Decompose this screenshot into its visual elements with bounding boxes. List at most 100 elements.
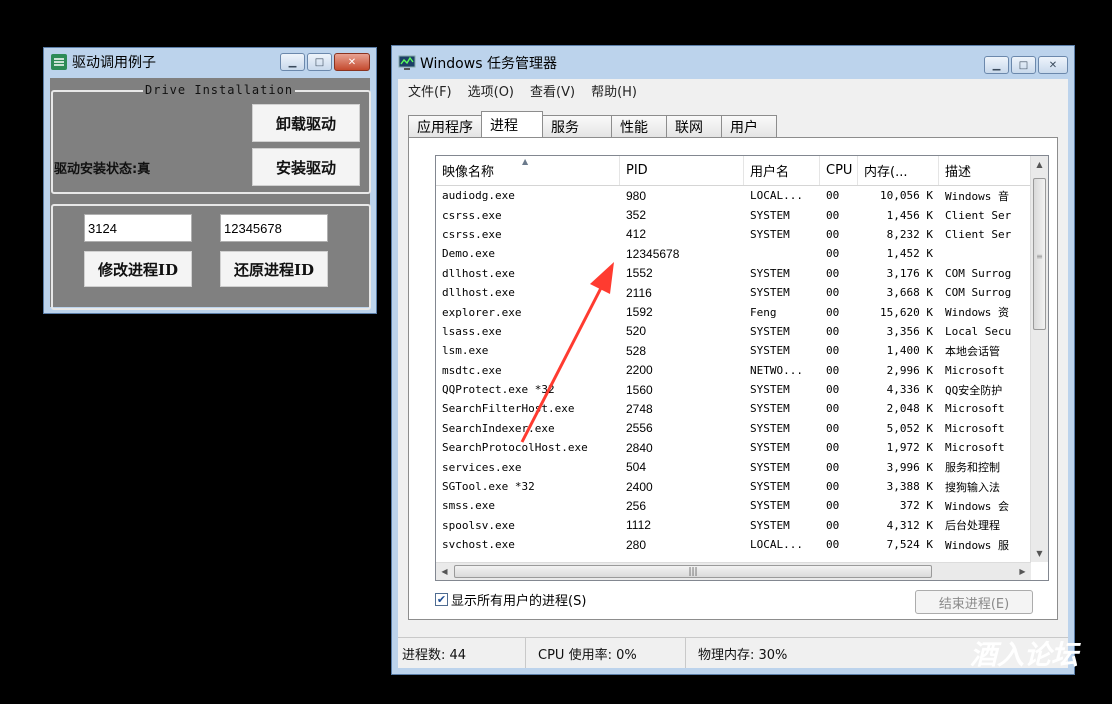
cell-memory: 2,048 K <box>886 402 933 416</box>
install-driver-button[interactable]: 安装驱动 <box>252 148 360 186</box>
cell-image-name: smss.exe <box>442 499 495 513</box>
scroll-down-icon[interactable]: ▼ <box>1031 545 1048 562</box>
cell-image-name: spoolsv.exe <box>442 518 515 532</box>
driver-status-label: 驱动安装状态:真 <box>54 162 151 177</box>
new-pid-input[interactable] <box>220 214 328 242</box>
cell-image-name: dllhost.exe <box>442 286 515 300</box>
horizontal-scrollbar[interactable]: ◀ ||| ▶ <box>436 562 1031 580</box>
tm-maximize-button[interactable]: □ <box>1011 56 1036 74</box>
modify-pid-button[interactable]: 修改进程ID <box>84 251 192 287</box>
tab-performance[interactable]: 性能 <box>611 115 667 137</box>
cell-description: 后台处理程 <box>945 519 1000 533</box>
cell-cpu: 00 <box>826 480 840 494</box>
cell-memory: 5,052 K <box>886 421 933 435</box>
vertical-scrollbar[interactable]: ▲ ≡ ▼ <box>1030 156 1048 562</box>
show-all-users-checkbox[interactable]: ✔ <box>435 593 448 606</box>
cell-user: SYSTEM <box>750 324 790 338</box>
table-row[interactable]: audiodg.exe 980 LOCAL... 00 10,056 K Windows … <box>436 186 1031 205</box>
table-row[interactable]: SearchIndexer.exe 2556 SYSTEM 00 5,052 K Micr… <box>436 419 1031 438</box>
driver-window-titlebar[interactable]: 驱动调用例子 ▁ □ ✕ <box>44 48 376 76</box>
cell-description: Client Ser <box>945 227 1012 241</box>
cell-user: NETWO... <box>750 363 803 377</box>
process-list-header: 映像名称 ▲ PID 用户名 CPU 内存(... 描述 <box>436 156 1031 186</box>
task-manager-window: Windows 任务管理器 ▁ □ ✕ 文件(F) 选项(O) 查看(V) 帮助… <box>391 45 1075 675</box>
restore-pid-button[interactable]: 还原进程ID <box>220 251 328 287</box>
cell-cpu: 00 <box>826 227 840 241</box>
tab-users[interactable]: 用户 <box>721 115 777 137</box>
cell-description: QQ安全防护 <box>945 383 1003 397</box>
tab-applications[interactable]: 应用程序 <box>408 115 482 137</box>
cell-cpu: 00 <box>826 402 840 416</box>
cell-pid: 2200 <box>626 363 653 378</box>
cell-user: SYSTEM <box>750 441 790 455</box>
table-row[interactable]: csrss.exe 412 SYSTEM 00 8,232 K Client Ser <box>436 225 1031 244</box>
task-manager-titlebar[interactable]: Windows 任务管理器 ▁ □ ✕ <box>392 46 1074 80</box>
horizontal-scroll-thumb[interactable]: ||| <box>454 565 932 578</box>
status-process-count: 进程数: 44 <box>398 638 526 668</box>
tab-processes[interactable]: 进程 <box>481 111 543 137</box>
table-row[interactable]: SGTool.exe *32 2400 SYSTEM 00 3,388 K 搜狗输入法 <box>436 477 1031 496</box>
task-manager-body: 应用程序 进程 服务 性能 联网 用户 映像名称 ▲ PID 用户名 CPU 内… <box>398 101 1068 668</box>
cell-image-name: csrss.exe <box>442 227 502 241</box>
table-row[interactable]: SearchFilterHost.exe 2748 SYSTEM 00 2,048 K M… <box>436 399 1031 418</box>
table-row[interactable]: dllhost.exe 2116 SYSTEM 00 3,668 K COM Surrog <box>436 283 1031 302</box>
table-row[interactable]: lsm.exe 528 SYSTEM 00 1,400 K 本地会话管 <box>436 341 1031 360</box>
column-cpu[interactable]: CPU <box>820 156 858 185</box>
minimize-button[interactable]: ▁ <box>280 53 305 71</box>
tab-services[interactable]: 服务 <box>542 115 612 137</box>
cell-cpu: 00 <box>826 499 840 513</box>
process-list[interactable]: 映像名称 ▲ PID 用户名 CPU 内存(... 描述 audiodg.exe… <box>435 155 1049 581</box>
status-cpu-usage: CPU 使用率: 0% <box>526 638 686 668</box>
table-row[interactable]: SearchProtocolHost.exe 2840 SYSTEM 00 1,972 … <box>436 438 1031 457</box>
table-row[interactable]: msdtc.exe 2200 NETWO... 00 2,996 K Microsoft <box>436 361 1031 380</box>
cell-user: SYSTEM <box>750 499 790 513</box>
scroll-up-icon[interactable]: ▲ <box>1031 156 1048 173</box>
cell-user: SYSTEM <box>750 266 790 280</box>
table-row[interactable]: QQProtect.exe *32 1560 SYSTEM 00 4,336 K QQ安全… <box>436 380 1031 399</box>
driver-demo-window: 驱动调用例子 ▁ □ ✕ Drive Installation 卸载驱动 安装驱… <box>43 47 377 314</box>
close-icon: ✕ <box>347 56 357 68</box>
menu-options[interactable]: 选项(O) <box>468 81 514 100</box>
cell-user: LOCAL... <box>750 189 803 203</box>
table-row[interactable]: svchost.exe 280 LOCAL... 00 7,524 K Windows 服 <box>436 535 1031 554</box>
table-row[interactable]: spoolsv.exe 1112 SYSTEM 00 4,312 K 后台处理程 <box>436 516 1031 535</box>
cell-memory: 4,312 K <box>886 518 933 532</box>
column-description[interactable]: 描述 <box>939 156 1031 185</box>
column-memory[interactable]: 内存(... <box>858 156 939 185</box>
cell-image-name: explorer.exe <box>442 305 522 319</box>
menu-file[interactable]: 文件(F) <box>408 81 452 100</box>
close-button[interactable]: ✕ <box>334 53 370 71</box>
cell-image-name: SGTool.exe *32 <box>442 480 535 494</box>
tab-networking[interactable]: 联网 <box>666 115 722 137</box>
tm-minimize-button[interactable]: ▁ <box>984 56 1009 74</box>
grip-icon: ||| <box>688 566 698 577</box>
uninstall-driver-button[interactable]: 卸载驱动 <box>252 104 360 142</box>
cell-cpu: 00 <box>826 324 840 338</box>
menu-help[interactable]: 帮助(H) <box>591 81 637 100</box>
cell-memory: 3,996 K <box>886 460 933 474</box>
processes-panel: 映像名称 ▲ PID 用户名 CPU 内存(... 描述 audiodg.exe… <box>408 137 1058 620</box>
cell-description: Windows 会 <box>945 499 1009 513</box>
menu-view[interactable]: 查看(V) <box>530 81 575 100</box>
column-user[interactable]: 用户名 <box>744 156 820 185</box>
pid-input[interactable] <box>84 214 192 242</box>
cell-image-name: svchost.exe <box>442 538 515 552</box>
show-all-users-label: 显示所有用户的进程(S) <box>451 594 587 609</box>
column-pid[interactable]: PID <box>620 156 744 185</box>
cell-user: LOCAL... <box>750 538 803 552</box>
scroll-left-icon[interactable]: ◀ <box>436 563 453 580</box>
table-row[interactable]: smss.exe 256 SYSTEM 00 372 K Windows 会 <box>436 496 1031 515</box>
table-row[interactable]: csrss.exe 352 SYSTEM 00 1,456 K Client Ser <box>436 205 1031 224</box>
cell-description: Microsoft <box>945 363 1005 377</box>
table-row[interactable]: explorer.exe 1592 Feng 00 15,620 K Windows 资 <box>436 302 1031 321</box>
column-image-name[interactable]: 映像名称 ▲ <box>436 156 620 185</box>
end-process-button[interactable]: 结束进程(E) <box>915 590 1033 614</box>
table-row[interactable]: Demo.exe 12345678 00 1,452 K <box>436 244 1031 263</box>
maximize-button[interactable]: □ <box>307 53 332 71</box>
table-row[interactable]: lsass.exe 520 SYSTEM 00 3,356 K Local Secu <box>436 322 1031 341</box>
tm-close-button[interactable]: ✕ <box>1038 56 1068 74</box>
scroll-right-icon[interactable]: ▶ <box>1014 563 1031 580</box>
table-row[interactable]: services.exe 504 SYSTEM 00 3,996 K 服务和控制 <box>436 457 1031 476</box>
show-all-users-option[interactable]: ✔ 显示所有用户的进程(S) <box>435 590 586 609</box>
table-row[interactable]: dllhost.exe 1552 SYSTEM 00 3,176 K COM Surrog <box>436 264 1031 283</box>
